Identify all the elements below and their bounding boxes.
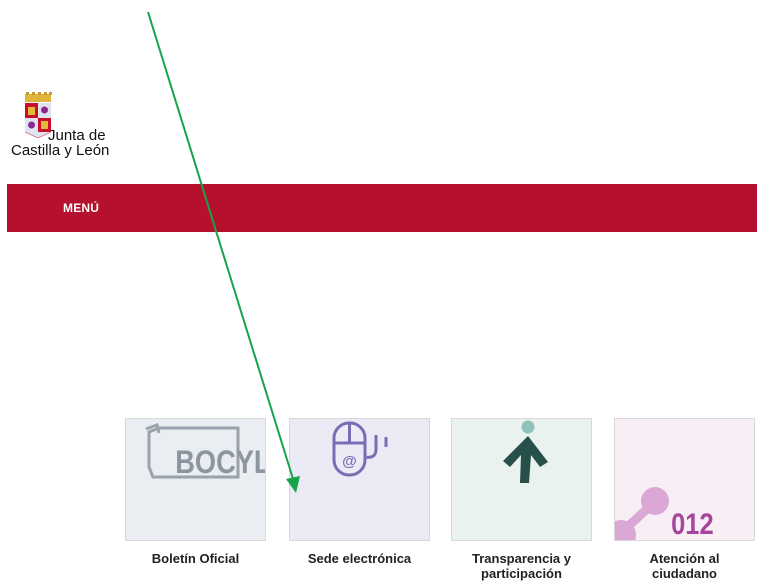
at-symbol: @ xyxy=(342,453,357,470)
tile-label-atencion-ciudadano[interactable]: Atención al ciudadano xyxy=(614,551,755,581)
page: Junta de Castilla y León MENÚ BOCYL Bole… xyxy=(0,0,757,581)
bocyl-graphic-text: BOCYL xyxy=(175,445,266,481)
logo-text: Junta de Castilla y León xyxy=(11,128,109,158)
logo-line1: Junta de xyxy=(48,127,106,144)
main-menu-bar: MENÚ xyxy=(7,184,757,232)
tile-label-line2: ciudadano xyxy=(651,566,717,581)
tile-label-line1: Transparencia y xyxy=(472,551,571,566)
tile-boletin-oficial[interactable]: BOCYL xyxy=(125,418,266,541)
mouse-at-icon: @ xyxy=(332,421,388,477)
phone-number-graphic: 012 xyxy=(671,507,714,540)
tile-label-sede-electronica[interactable]: Sede electrónica xyxy=(289,551,430,566)
bocyl-icon: BOCYL xyxy=(145,423,266,481)
logo-line2: Castilla y León xyxy=(11,142,110,159)
junta-logo[interactable]: Junta de Castilla y León xyxy=(11,92,136,162)
tile-label-transparencia[interactable]: Transparencia y participación xyxy=(451,551,592,581)
tile-label-boletin-oficial[interactable]: Boletín Oficial xyxy=(125,551,266,566)
tile-sede-electronica[interactable]: @ xyxy=(289,418,430,541)
tile-transparencia[interactable] xyxy=(451,418,592,541)
tile-label-line2: participación xyxy=(481,566,562,581)
tile-atencion-ciudadano[interactable]: 012 xyxy=(614,418,755,541)
tile-label-line1: Atención al xyxy=(649,551,720,566)
phone-012-icon: 012 xyxy=(615,487,714,540)
tile-label-text: Boletín Oficial xyxy=(151,551,240,566)
person-arrow-icon xyxy=(503,420,548,483)
menu-button[interactable]: MENÚ xyxy=(63,201,99,215)
tile-label-text: Sede electrónica xyxy=(307,551,412,566)
